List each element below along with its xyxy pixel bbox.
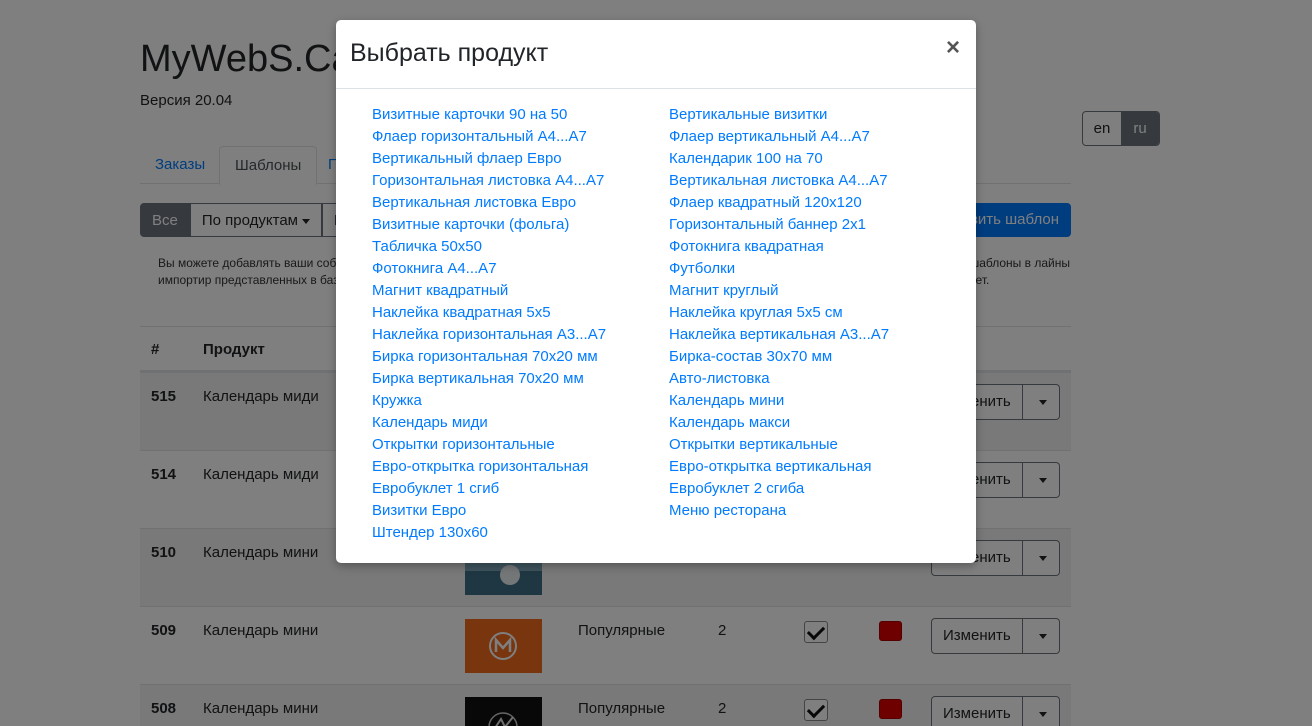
product-link[interactable]: Открытки горизонтальные	[372, 434, 606, 456]
product-link[interactable]: Визитные карточки 90 на 50	[372, 104, 606, 126]
product-link[interactable]: Бирка-состав 30х70 мм	[669, 346, 889, 368]
product-link[interactable]: Горизонтальный баннер 2х1	[669, 214, 889, 236]
product-link[interactable]: Евро-открытка горизонтальная	[372, 456, 606, 478]
product-link[interactable]: Фотокнига квадратная	[669, 236, 889, 258]
close-icon[interactable]: ×	[946, 34, 960, 62]
modal-header: Выбрать продукт ×	[336, 20, 976, 89]
product-link[interactable]: Флаер горизонтальный А4...А7	[372, 126, 606, 148]
product-link[interactable]: Табличка 50х50	[372, 236, 606, 258]
product-link[interactable]: Календарь макси	[669, 412, 889, 434]
product-link[interactable]: Наклейка вертикальная А3...А7	[669, 324, 889, 346]
product-link[interactable]: Кружка	[372, 390, 606, 412]
product-link[interactable]: Флаер вертикальный А4...А7	[669, 126, 889, 148]
select-product-modal: Выбрать продукт × Визитные карточки 90 н…	[336, 20, 976, 563]
product-link[interactable]: Наклейка круглая 5х5 см	[669, 302, 889, 324]
product-link[interactable]: Флаер квадратный 120х120	[669, 192, 889, 214]
product-link[interactable]: Календарик 100 на 70	[669, 148, 889, 170]
product-link[interactable]: Меню ресторана	[669, 500, 889, 522]
product-link[interactable]: Визитки Евро	[372, 500, 606, 522]
product-link[interactable]: Наклейка квадратная 5х5	[372, 302, 606, 324]
product-list-left: Визитные карточки 90 на 50 Флаер горизонт…	[372, 104, 606, 544]
product-link[interactable]: Вертикальные визитки	[669, 104, 889, 126]
product-link[interactable]: Авто-листовка	[669, 368, 889, 390]
product-link[interactable]: Фотокнига А4...А7	[372, 258, 606, 280]
product-list-right: Вертикальные визитки Флаер вертикальный А…	[669, 104, 889, 522]
product-link[interactable]: Футболки	[669, 258, 889, 280]
product-link[interactable]: Бирка горизонтальная 70х20 мм	[372, 346, 606, 368]
product-link[interactable]: Календарь мини	[669, 390, 889, 412]
product-link[interactable]: Евробуклет 2 сгиба	[669, 478, 889, 500]
product-link[interactable]: Евробуклет 1 сгиб	[372, 478, 606, 500]
product-link[interactable]: Бирка вертикальная 70х20 мм	[372, 368, 606, 390]
modal-title: Выбрать продукт	[350, 39, 549, 67]
product-link[interactable]: Горизонтальная листовка А4...А7	[372, 170, 606, 192]
product-link[interactable]: Наклейка горизонтальная А3...А7	[372, 324, 606, 346]
product-link[interactable]: Календарь миди	[372, 412, 606, 434]
product-link[interactable]: Штендер 130х60	[372, 522, 606, 544]
product-link[interactable]: Магнит квадратный	[372, 280, 606, 302]
product-link[interactable]: Вертикальная листовка Евро	[372, 192, 606, 214]
product-link[interactable]: Визитные карточки (фольга)	[372, 214, 606, 236]
product-link[interactable]: Вертикальный флаер Евро	[372, 148, 606, 170]
product-link[interactable]: Открытки вертикальные	[669, 434, 889, 456]
product-link[interactable]: Вертикальная листовка А4...А7	[669, 170, 889, 192]
product-link[interactable]: Магнит круглый	[669, 280, 889, 302]
product-link[interactable]: Евро-открытка вертикальная	[669, 456, 889, 478]
